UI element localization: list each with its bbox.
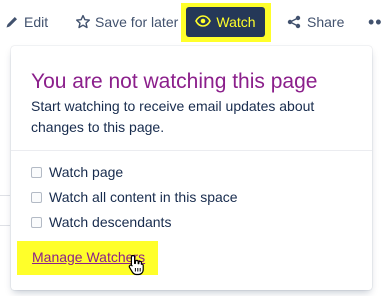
popup-divider — [11, 150, 372, 151]
save-for-later-button[interactable]: Save for later — [75, 9, 178, 35]
watch-button[interactable]: Watch — [186, 7, 265, 37]
hand-pointer-cursor-icon — [128, 254, 146, 281]
background-divider — [0, 225, 10, 226]
watch-highlight: Watch — [181, 3, 271, 42]
watch-descendants-label: Watch descendants — [49, 214, 172, 230]
more-icon: •• — [368, 11, 383, 32]
popup-title: You are not watching this page — [31, 70, 318, 93]
more-actions-button[interactable]: •• — [368, 9, 383, 35]
watch-page-option[interactable]: Watch page — [31, 162, 123, 182]
edit-label: Edit — [24, 14, 49, 30]
eye-icon — [195, 14, 216, 30]
star-icon — [75, 14, 95, 30]
background-divider — [0, 195, 10, 196]
share-button[interactable]: Share — [287, 9, 344, 35]
page-toolbar: Edit Save for later Watch Share •• — [0, 0, 387, 44]
popup-description: Start watching to receive email updates … — [31, 98, 315, 135]
watch-label: Watch — [216, 14, 256, 30]
save-for-later-label: Save for later — [95, 14, 179, 30]
share-icon — [287, 15, 307, 29]
watch-page-checkbox[interactable] — [31, 166, 42, 178]
pencil-icon — [5, 15, 24, 29]
watch-space-label: Watch all content in this space — [49, 189, 238, 205]
watch-space-option[interactable]: Watch all content in this space — [31, 187, 238, 207]
watch-page-label: Watch page — [49, 164, 124, 180]
watch-descendants-option[interactable]: Watch descendants — [31, 212, 171, 232]
watch-descendants-checkbox[interactable] — [31, 216, 42, 228]
watch-space-checkbox[interactable] — [31, 191, 42, 203]
edit-button[interactable]: Edit — [5, 9, 48, 35]
share-label: Share — [307, 14, 345, 30]
watch-popup: You are not watching this page Start wat… — [11, 46, 372, 290]
